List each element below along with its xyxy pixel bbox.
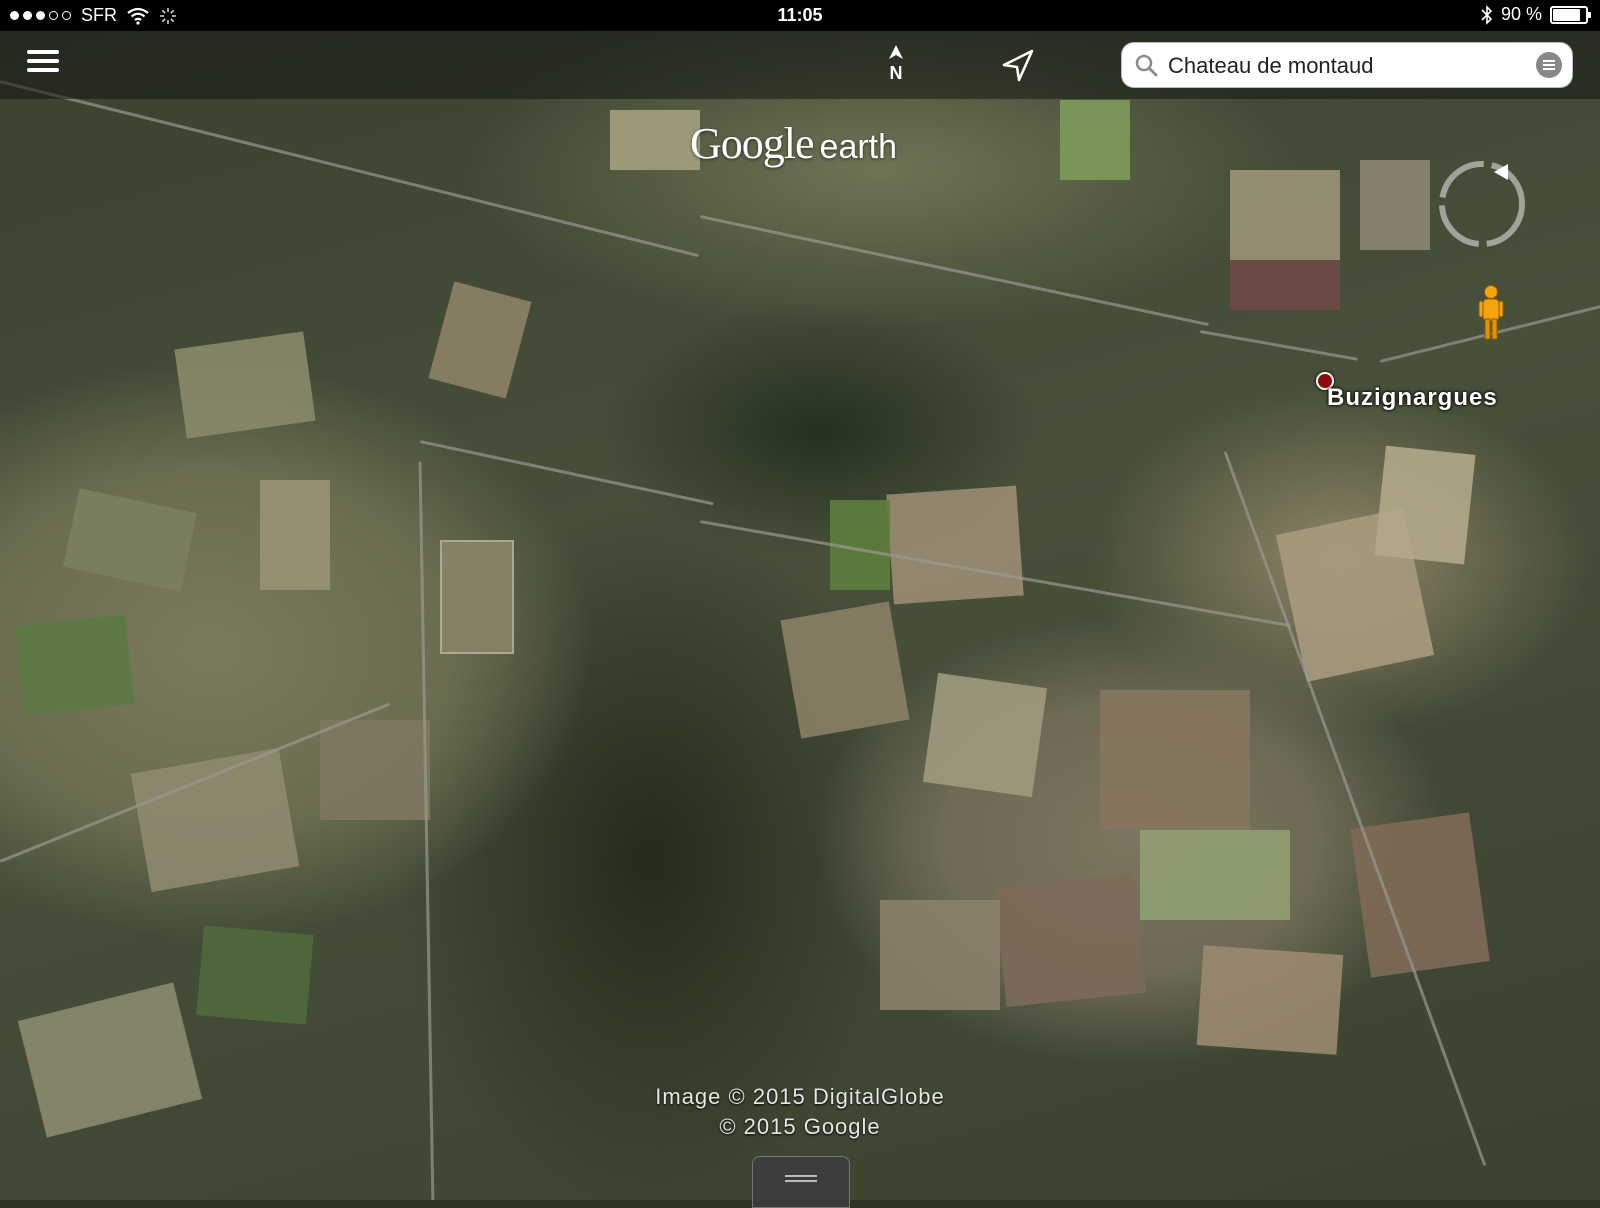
map-field <box>1196 945 1344 1055</box>
map-field <box>1060 100 1130 180</box>
search-icon <box>1135 54 1158 77</box>
map-field <box>886 485 1024 605</box>
status-bar: SFR 11:05 90 % <box>0 0 1600 31</box>
map-field <box>1360 160 1430 250</box>
search-input[interactable] <box>1166 49 1510 83</box>
battery-percentage: 90 % <box>1500 4 1542 24</box>
logo-google: Google <box>690 119 815 168</box>
status-right: 90 % <box>1481 4 1591 25</box>
map-field <box>1374 445 1476 565</box>
north-label: N <box>889 63 903 83</box>
battery-tip <box>1588 11 1591 18</box>
status-time: 11:05 <box>777 5 823 25</box>
north-arrow-icon <box>889 45 903 59</box>
map-road <box>419 440 714 506</box>
google-earth-logo: Google earth <box>690 118 897 169</box>
map-field <box>1230 170 1340 260</box>
map-field <box>880 900 1000 1010</box>
map-field <box>1230 260 1340 310</box>
hamburger-line <box>27 59 59 63</box>
map-field <box>174 331 316 439</box>
location-arrow-icon <box>1002 49 1034 82</box>
compass-ring-icon[interactable] <box>1432 152 1532 252</box>
menu-button[interactable] <box>22 45 64 83</box>
map-field <box>922 672 1048 798</box>
bluetooth-icon <box>1481 4 1493 25</box>
map-field <box>1350 812 1490 978</box>
map-field <box>62 488 198 592</box>
map-attribution: Image © 2015 DigitalGlobe © 2015 Google <box>0 1082 1600 1142</box>
north-reset-button[interactable]: N <box>872 43 920 91</box>
map-road <box>699 215 1209 327</box>
map-field <box>780 601 910 739</box>
place-label[interactable]: Buzignargues <box>1327 384 1498 412</box>
map-road <box>1199 330 1358 361</box>
search-box[interactable] <box>1122 43 1572 87</box>
map-field <box>610 110 700 170</box>
map-field <box>130 747 300 893</box>
attribution-imagery: Image © 2015 DigitalGlobe <box>655 1084 945 1109</box>
my-location-button[interactable] <box>996 45 1040 89</box>
map-field <box>15 614 135 716</box>
map-field <box>994 873 1146 1007</box>
attribution-copyright: © 2015 Google <box>719 1114 881 1139</box>
map-road <box>0 80 699 258</box>
hamburger-line <box>27 68 59 72</box>
map-field <box>1100 690 1250 830</box>
bottom-drawer-handle[interactable] <box>752 1156 850 1208</box>
logo-earth: earth <box>819 128 898 166</box>
map-field <box>260 480 330 590</box>
battery-icon <box>1550 5 1591 24</box>
street-view-pegman-icon[interactable] <box>1476 284 1506 342</box>
satellite-map[interactable] <box>0 0 1600 1200</box>
map-field <box>1140 830 1290 920</box>
battery-level <box>1553 8 1580 21</box>
map-field <box>428 281 532 399</box>
map-field <box>196 925 314 1025</box>
results-list-icon[interactable] <box>1536 52 1562 78</box>
top-toolbar: N <box>0 31 1600 99</box>
hamburger-line <box>27 50 59 54</box>
map-field <box>440 540 514 654</box>
map-field <box>320 720 430 820</box>
